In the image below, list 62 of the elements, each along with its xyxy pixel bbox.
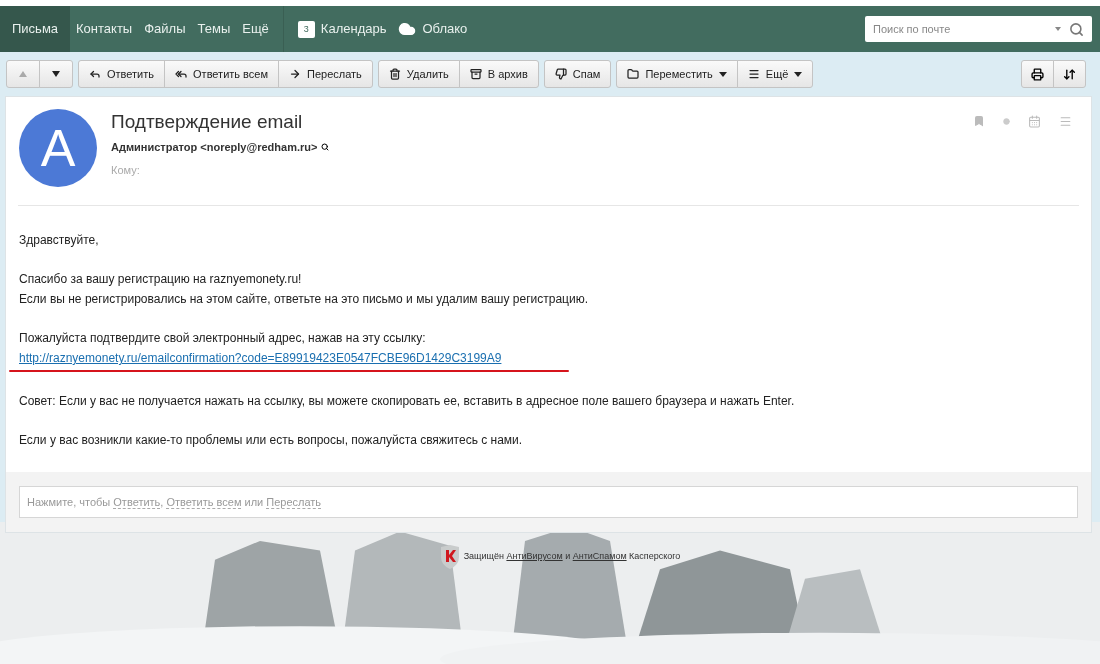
nav-tab[interactable]: 3 Календарь xyxy=(291,6,393,52)
avatar: A xyxy=(19,109,97,187)
recipient-label: Кому: xyxy=(111,162,141,178)
reply-icon xyxy=(89,68,101,80)
cloud-icon xyxy=(398,20,417,38)
convert-button[interactable] xyxy=(1053,60,1086,88)
arrow-right-icon xyxy=(289,68,301,80)
footer-text: Касперского xyxy=(628,551,681,562)
shield-icon xyxy=(439,545,460,569)
nav-tab[interactable]: Контакты xyxy=(70,6,139,52)
search-icon xyxy=(321,143,330,152)
triangle-up-icon xyxy=(19,71,27,77)
search-bar[interactable]: Поиск по почте xyxy=(865,16,1092,42)
nav-tab[interactable]: Темы xyxy=(191,6,237,52)
archive-button[interactable]: В архив xyxy=(458,60,539,88)
confirmation-link[interactable]: http://raznyemonety.ru/emailconfirmation?code=E89919423E0547FCBE96D1429C3199A9 xyxy=(19,348,502,368)
message-text: Пожалуйста подтвердите свой электронный адрес, нажав на эту ссылку: xyxy=(19,330,427,347)
search-field[interactable]: Поиск по почте xyxy=(873,20,1055,38)
quick-reply-field[interactable]: Нажмите, чтобы Ответить, Ответить всем или Переслать xyxy=(19,486,1078,518)
triangle-down-icon xyxy=(52,71,60,77)
reply-all-icon xyxy=(175,68,188,80)
more-button[interactable]: Ещё xyxy=(736,60,814,88)
next-button[interactable] xyxy=(39,60,73,88)
printer-icon xyxy=(1031,67,1044,81)
forward-button[interactable]: Переслать xyxy=(278,60,373,88)
menu-icon[interactable] xyxy=(1059,115,1072,128)
reply-link[interactable]: Переслать xyxy=(266,495,322,509)
bookmark-icon[interactable] xyxy=(973,115,985,127)
thumbs-down-icon xyxy=(554,68,567,80)
calendar-icon[interactable] xyxy=(1028,115,1041,128)
message-text: Если у вас возникли какие-то проблемы или есть вопросы, пожалуйста свяжитесь с нами. xyxy=(19,432,524,449)
footer-text: и xyxy=(564,551,572,562)
calendar-icon: 3 xyxy=(297,20,315,38)
message-text: Здравствуйте, xyxy=(19,232,100,249)
reply-text: или xyxy=(243,495,265,508)
footer-text: Защищён xyxy=(463,551,505,562)
nav-tab[interactable]: Файлы xyxy=(138,6,192,52)
sender: Администратор <noreply@redham.ru> xyxy=(111,140,318,155)
reply-link[interactable]: Ответить всем xyxy=(166,495,242,509)
move-button[interactable]: Переместить xyxy=(616,60,738,88)
nav-tab[interactable]: Облако xyxy=(392,6,474,52)
archive-icon xyxy=(469,68,482,80)
message-text: Совет: Если у вас не получается нажать на ссылку, вы можете скопировать ее, вставить в адресное поле вашего браузера и нажать Enter. xyxy=(19,393,796,410)
nav-tab[interactable]: Ещё xyxy=(236,6,275,52)
message-text: Если вы не регистрировались на этом сайте, ответьте на это письмо и мы удалим вашу регистрацию. xyxy=(19,291,589,308)
nav-tab[interactable]: Письма xyxy=(0,6,71,52)
swap-icon xyxy=(1063,67,1076,81)
delete-button[interactable]: Удалить xyxy=(377,60,460,88)
reply-button[interactable]: Ответить xyxy=(78,60,166,88)
trash-icon xyxy=(388,68,401,80)
message-subject: Подтверждение email xyxy=(111,110,304,134)
spam-button[interactable]: Спам xyxy=(543,60,612,88)
reply-text: Нажмите, чтобы xyxy=(27,495,112,508)
search-icon xyxy=(1069,21,1084,37)
print-button[interactable] xyxy=(1021,60,1054,88)
message-text: Спасибо за вашу регистрацию на raznyemonety.ru! xyxy=(19,271,303,288)
reply-text: , xyxy=(160,495,165,508)
menu-icon xyxy=(747,68,760,80)
reply-all-button[interactable]: Ответить всем xyxy=(164,60,279,88)
caret-icon xyxy=(1055,27,1061,31)
dot-icon[interactable] xyxy=(1003,118,1010,125)
folder-icon xyxy=(627,68,640,80)
